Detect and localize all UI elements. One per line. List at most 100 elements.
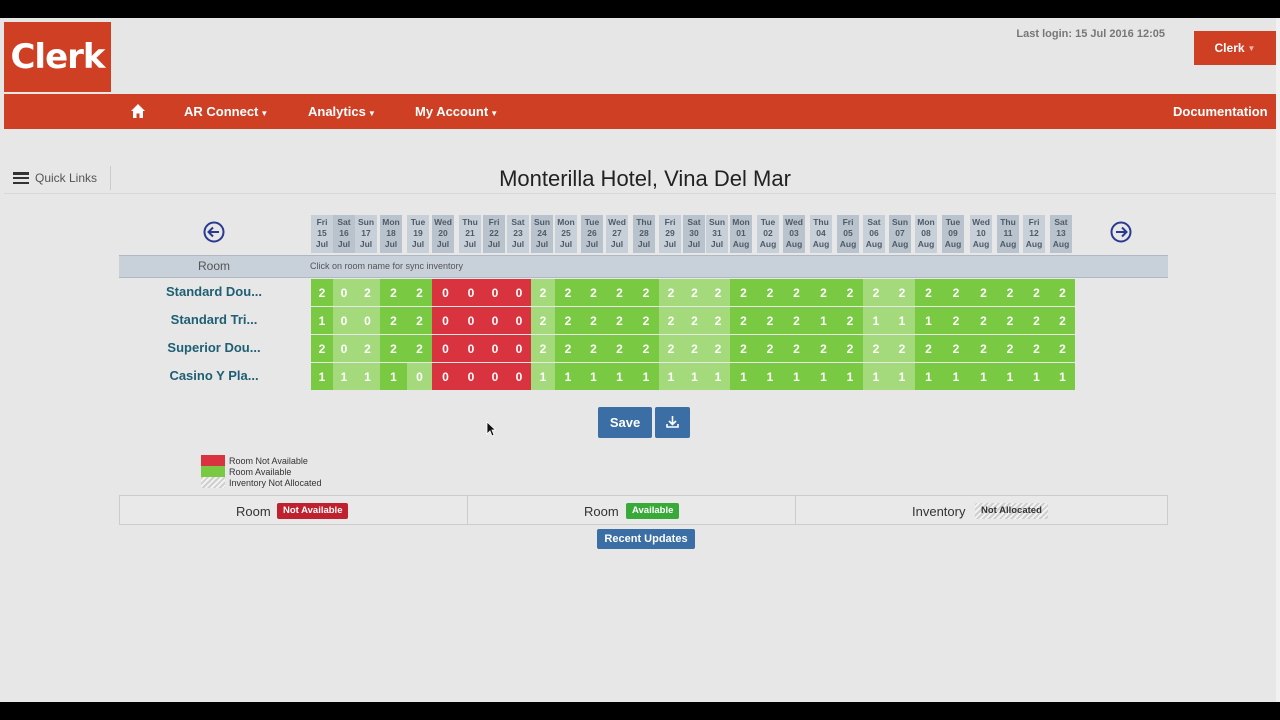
inventory-cell[interactable]: 2 <box>355 279 380 306</box>
inventory-cell[interactable]: 0 <box>483 363 507 390</box>
inventory-cell[interactable]: 0 <box>483 307 507 334</box>
inventory-cell[interactable]: 2 <box>1023 279 1050 306</box>
inventory-cell[interactable]: 2 <box>683 279 706 306</box>
inventory-cell[interactable]: 1 <box>380 363 407 390</box>
clerk-logo[interactable]: Clerk <box>4 22 111 92</box>
inventory-cell[interactable]: 1 <box>1023 363 1050 390</box>
inventory-cell[interactable]: 1 <box>555 363 581 390</box>
user-menu-button[interactable]: Clerk ▼ <box>1194 31 1276 65</box>
home-icon[interactable] <box>130 103 146 119</box>
inventory-cell[interactable]: 2 <box>915 279 942 306</box>
inventory-cell[interactable]: 0 <box>459 363 483 390</box>
inventory-cell[interactable]: 2 <box>942 279 970 306</box>
inventory-cell[interactable]: 2 <box>997 335 1023 362</box>
inventory-cell[interactable]: 2 <box>889 335 915 362</box>
inventory-cell[interactable]: 2 <box>783 279 810 306</box>
inventory-cell[interactable]: 2 <box>863 279 889 306</box>
inventory-cell[interactable]: 1 <box>915 307 942 334</box>
inventory-cell[interactable]: 2 <box>380 335 407 362</box>
inventory-cell[interactable]: 2 <box>730 335 757 362</box>
save-button[interactable]: Save <box>598 407 652 438</box>
download-button[interactable] <box>655 407 690 438</box>
inventory-cell[interactable]: 2 <box>311 335 333 362</box>
inventory-cell[interactable]: 1 <box>837 363 863 390</box>
inventory-cell[interactable]: 0 <box>459 307 483 334</box>
inventory-cell[interactable]: 2 <box>555 279 581 306</box>
inventory-cell[interactable]: 2 <box>783 307 810 334</box>
inventory-cell[interactable]: 1 <box>581 363 606 390</box>
inventory-cell[interactable]: 2 <box>380 279 407 306</box>
inventory-cell[interactable]: 2 <box>683 307 706 334</box>
inventory-cell[interactable]: 2 <box>783 335 810 362</box>
inventory-cell[interactable]: 1 <box>915 363 942 390</box>
inventory-cell[interactable]: 2 <box>659 279 683 306</box>
inventory-cell[interactable]: 0 <box>407 363 432 390</box>
room-name-link[interactable]: Casino Y Pla... <box>126 368 302 383</box>
inventory-cell[interactable]: 1 <box>333 363 355 390</box>
inventory-cell[interactable]: 1 <box>606 363 633 390</box>
inventory-cell[interactable]: 2 <box>706 307 730 334</box>
inventory-cell[interactable]: 1 <box>810 307 837 334</box>
room-name-link[interactable]: Superior Dou... <box>126 340 302 355</box>
inventory-cell[interactable]: 0 <box>333 307 355 334</box>
inventory-cell[interactable]: 2 <box>355 335 380 362</box>
inventory-cell[interactable]: 2 <box>1023 307 1050 334</box>
scrollbar[interactable] <box>1276 18 1280 702</box>
inventory-cell[interactable]: 2 <box>942 307 970 334</box>
inventory-cell[interactable]: 1 <box>311 363 333 390</box>
inventory-cell[interactable]: 2 <box>1050 279 1075 306</box>
inventory-cell[interactable]: 1 <box>355 363 380 390</box>
inventory-cell[interactable]: 0 <box>432 363 459 390</box>
inventory-cell[interactable]: 1 <box>730 363 757 390</box>
inventory-cell[interactable]: 2 <box>1050 335 1075 362</box>
inventory-cell[interactable]: 2 <box>555 335 581 362</box>
inventory-cell[interactable]: 2 <box>633 335 659 362</box>
inventory-cell[interactable]: 2 <box>380 307 407 334</box>
inventory-cell[interactable]: 0 <box>507 279 531 306</box>
inventory-cell[interactable]: 2 <box>970 335 997 362</box>
inventory-cell[interactable]: 2 <box>757 307 783 334</box>
inventory-cell[interactable]: 1 <box>531 363 555 390</box>
inventory-cell[interactable]: 2 <box>706 279 730 306</box>
inventory-cell[interactable]: 1 <box>683 363 706 390</box>
nav-my-account[interactable]: My Account ▼ <box>415 94 498 129</box>
inventory-cell[interactable]: 2 <box>915 335 942 362</box>
inventory-cell[interactable]: 2 <box>531 279 555 306</box>
inventory-cell[interactable]: 1 <box>1050 363 1075 390</box>
nav-analytics[interactable]: Analytics ▼ <box>308 94 376 129</box>
inventory-cell[interactable]: 2 <box>837 335 863 362</box>
inventory-cell[interactable]: 2 <box>633 279 659 306</box>
inventory-cell[interactable]: 1 <box>970 363 997 390</box>
inventory-cell[interactable]: 1 <box>889 363 915 390</box>
inventory-cell[interactable]: 1 <box>863 363 889 390</box>
inventory-cell[interactable]: 2 <box>1050 307 1075 334</box>
inventory-cell[interactable]: 2 <box>1023 335 1050 362</box>
inventory-cell[interactable]: 0 <box>483 279 507 306</box>
next-arrow-icon[interactable] <box>1110 221 1132 243</box>
nav-ar-connect[interactable]: AR Connect ▼ <box>184 94 268 129</box>
inventory-cell[interactable]: 1 <box>311 307 333 334</box>
inventory-cell[interactable]: 2 <box>606 279 633 306</box>
inventory-cell[interactable]: 2 <box>757 335 783 362</box>
inventory-cell[interactable]: 2 <box>997 307 1023 334</box>
inventory-cell[interactable]: 2 <box>683 335 706 362</box>
inventory-cell[interactable]: 2 <box>810 279 837 306</box>
inventory-cell[interactable]: 2 <box>706 335 730 362</box>
inventory-cell[interactable]: 0 <box>507 363 531 390</box>
inventory-cell[interactable]: 2 <box>531 335 555 362</box>
inventory-cell[interactable]: 2 <box>997 279 1023 306</box>
inventory-cell[interactable]: 0 <box>459 335 483 362</box>
inventory-cell[interactable]: 2 <box>970 279 997 306</box>
inventory-cell[interactable]: 2 <box>810 335 837 362</box>
inventory-cell[interactable]: 1 <box>863 307 889 334</box>
inventory-cell[interactable]: 1 <box>889 307 915 334</box>
inventory-cell[interactable]: 2 <box>757 279 783 306</box>
inventory-cell[interactable]: 2 <box>581 335 606 362</box>
inventory-cell[interactable]: 2 <box>970 307 997 334</box>
inventory-cell[interactable]: 0 <box>432 279 459 306</box>
inventory-cell[interactable]: 2 <box>407 307 432 334</box>
inventory-cell[interactable]: 2 <box>633 307 659 334</box>
inventory-cell[interactable]: 1 <box>783 363 810 390</box>
inventory-cell[interactable]: 2 <box>581 279 606 306</box>
inventory-cell[interactable]: 0 <box>432 307 459 334</box>
